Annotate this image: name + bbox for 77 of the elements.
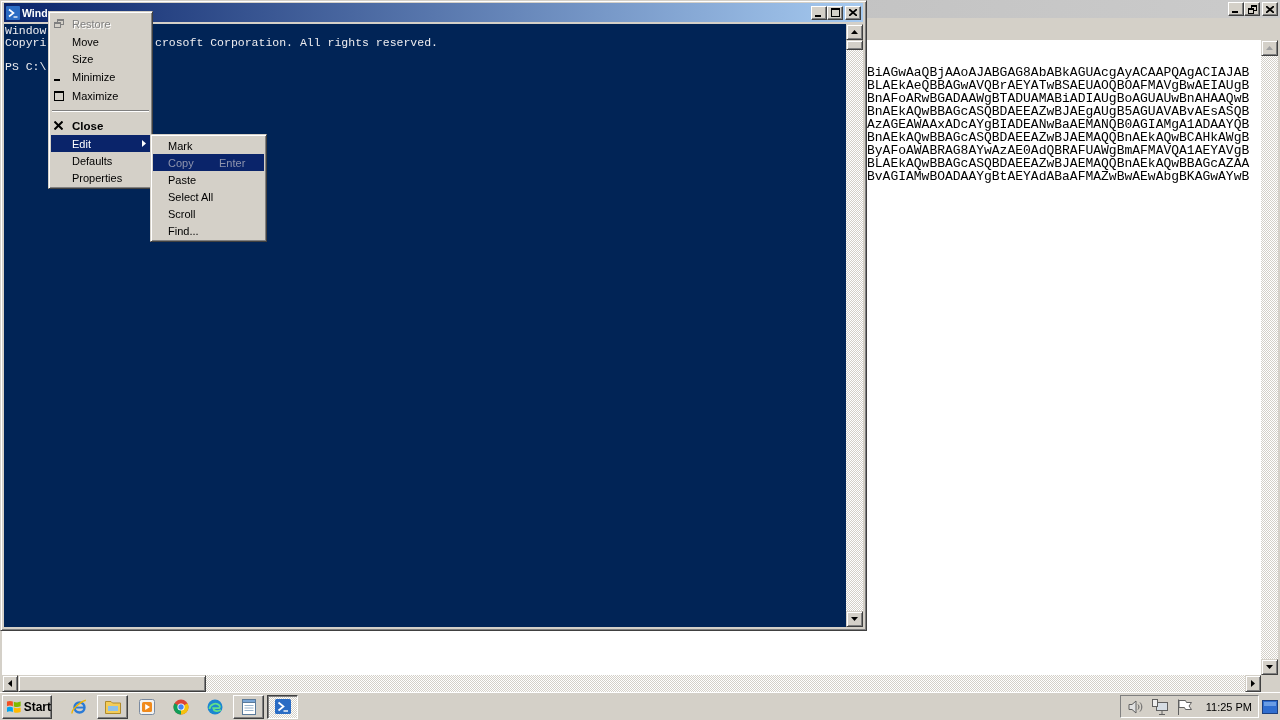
close-button[interactable] bbox=[845, 5, 861, 20]
text-line: BnAEkAQwBBAGcASQBDAEEAZwBJAEMAQQBnAEkAQwBCAHkAWgB bbox=[867, 131, 1250, 144]
taskbar-button[interactable] bbox=[267, 694, 298, 719]
maximize-icon bbox=[54, 90, 64, 101]
clock-time[interactable]: 11:25 PM bbox=[1205, 700, 1252, 713]
notepad-icon bbox=[241, 698, 256, 715]
menu-item[interactable]: Defaults bbox=[51, 152, 150, 169]
menu-item[interactable]: Minimize bbox=[51, 67, 150, 86]
menu-item[interactable]: Scroll bbox=[153, 205, 264, 222]
monitor-icon[interactable] bbox=[1151, 698, 1168, 715]
text-line: BLAEkAeQBBAGwAVQBrAEYATwBSAEUAOQBOAFMAVgBwAEIAUgB bbox=[867, 79, 1250, 92]
scrollbar[interactable] bbox=[1261, 40, 1278, 675]
minimize-icon bbox=[54, 78, 60, 81]
play-icon bbox=[138, 698, 155, 715]
minimize-icon bbox=[1232, 11, 1238, 13]
console-text: Copyri bbox=[5, 37, 47, 49]
close-button[interactable] bbox=[1262, 2, 1278, 16]
submenu-arrow-icon bbox=[142, 140, 146, 147]
window-title: Wind bbox=[22, 6, 48, 19]
text-line: BvAGIAMwBOADAAYgBtAEYAdABaAFMAZwBwAEwAbgBKAGwAYwB bbox=[867, 170, 1250, 183]
console-text: crosoft Corporation. All rights reserved. bbox=[155, 37, 438, 49]
down-arrow-icon bbox=[1266, 665, 1273, 669]
scroll-down-button[interactable] bbox=[1261, 659, 1278, 675]
menu-item[interactable]: Paste bbox=[153, 171, 264, 188]
menu-item[interactable]: Move bbox=[51, 33, 150, 50]
scroll-up-button[interactable] bbox=[846, 24, 863, 40]
menu-item[interactable]: Find... bbox=[153, 222, 264, 239]
screen-icon[interactable] bbox=[1262, 699, 1278, 714]
close-icon bbox=[1266, 5, 1274, 13]
terminal-icon bbox=[274, 699, 291, 714]
scroll-up-button[interactable] bbox=[1261, 40, 1278, 56]
up-arrow-icon bbox=[1266, 46, 1273, 50]
up-arrow-icon bbox=[851, 30, 858, 34]
menu-item[interactable]: Edit bbox=[51, 135, 150, 152]
menu-item[interactable]: Close bbox=[51, 116, 150, 135]
logo-icon bbox=[6, 699, 22, 714]
folder-icon bbox=[104, 699, 121, 714]
minimize-button[interactable] bbox=[811, 5, 827, 20]
scroll-thumb[interactable] bbox=[18, 675, 206, 692]
round-logo-icon bbox=[172, 698, 189, 715]
scroll-down-button[interactable] bbox=[846, 611, 863, 627]
minimize-button[interactable] bbox=[1228, 2, 1244, 16]
speaker-icon[interactable] bbox=[1127, 698, 1144, 715]
text-line: BiAGwAaQBjAAoAJABGAG8AbABkAGUAcgAyACAAPQAgACIAJAB bbox=[867, 66, 1250, 79]
menu-item[interactable]: Properties bbox=[51, 169, 150, 186]
left-arrow-icon bbox=[8, 680, 12, 687]
scrollbar[interactable] bbox=[846, 24, 863, 627]
down-arrow-icon bbox=[851, 617, 858, 621]
restore-icon bbox=[1247, 4, 1257, 14]
text-line: AzAGEAWAAxADcAYgBIADEANwBaAEMANQB0AGIAMgA1ADAAYQB bbox=[867, 118, 1250, 131]
close-icon bbox=[54, 121, 63, 130]
terminal-icon bbox=[6, 5, 20, 20]
restore-icon bbox=[54, 19, 64, 28]
scroll-left-button[interactable] bbox=[2, 675, 18, 692]
restore-button[interactable] bbox=[1244, 2, 1260, 16]
menu-item[interactable]: Size bbox=[51, 50, 150, 67]
scroll-thumb[interactable] bbox=[846, 40, 863, 50]
text-line: ByAFoAWABRAG8AYwAzAE0AdQBRAFUAWgBmAFMAVQA1AEYAVgB bbox=[867, 144, 1250, 157]
orbit-icon bbox=[70, 698, 87, 715]
right-arrow-icon bbox=[1251, 680, 1255, 687]
console-text: Window bbox=[5, 25, 47, 37]
menu-item[interactable]: Select All bbox=[153, 188, 264, 205]
swirl-icon bbox=[206, 698, 223, 715]
flag-icon[interactable] bbox=[1175, 698, 1192, 715]
menu-item[interactable]: Mark bbox=[153, 137, 264, 154]
text-line: BnAFoARwBGADAAWgBTADUAMABiADIAUgBoAGUAUwBnAHAAQwB bbox=[867, 92, 1250, 105]
close-icon bbox=[849, 9, 857, 16]
menu-item[interactable]: Maximize bbox=[51, 86, 150, 105]
console-text: PS C:\ bbox=[5, 61, 47, 73]
minimize-icon bbox=[815, 14, 821, 17]
start-button[interactable]: Start bbox=[2, 694, 52, 719]
text-line: BnAEkAQwBBAGcASQBDAEEAZwBJAEgAUgB5AGUAVABvAEsASQB bbox=[867, 105, 1250, 118]
scroll-right-button[interactable] bbox=[1245, 675, 1261, 692]
scrollbar[interactable] bbox=[2, 675, 1261, 692]
text-line: BLAEkAQwBBAGcASQBDAEEAZwBJAEMAQQBnAEkAQwBBAGcAZAA bbox=[867, 157, 1250, 170]
maximize-button[interactable] bbox=[827, 5, 843, 20]
maximize-icon bbox=[830, 8, 840, 17]
